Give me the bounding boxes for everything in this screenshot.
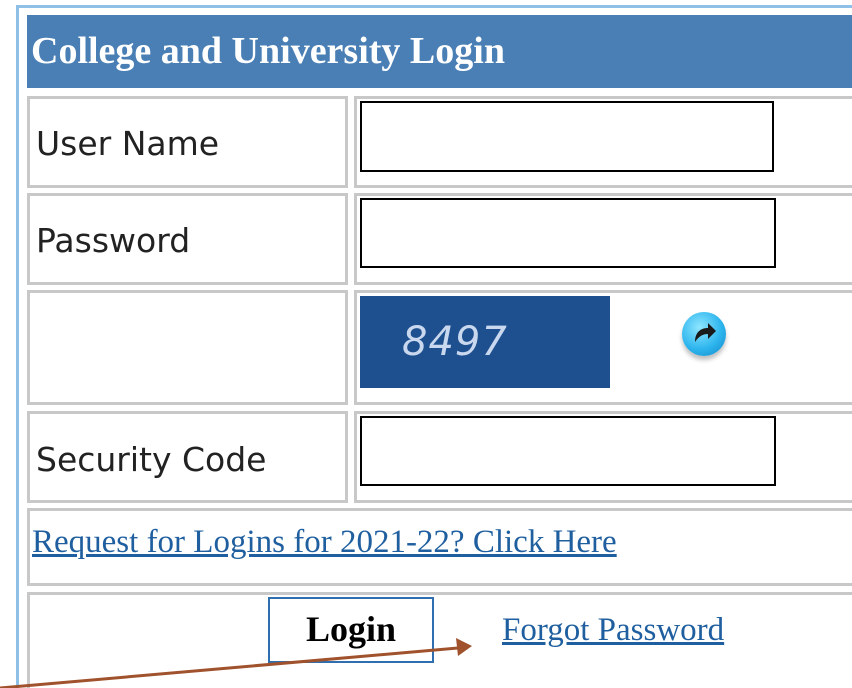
captcha-image: 8497 [360,296,610,388]
password-label-cell: Password [27,193,348,285]
security-code-label-cell: Security Code [27,411,348,503]
username-label-cell: User Name [27,96,348,188]
username-input[interactable] [360,101,774,172]
login-button[interactable]: Login [268,597,434,663]
captcha-label-cell [27,290,348,405]
refresh-arrow-glyph [695,323,716,342]
actions-cell [27,592,852,688]
refresh-icon[interactable] [682,312,726,356]
password-label: Password [36,221,191,260]
security-code-input-cell [354,411,852,503]
username-label: User Name [36,124,220,163]
username-input-cell [354,96,852,188]
forgot-password-link[interactable]: Forgot Password [502,612,724,649]
password-input[interactable] [360,198,776,268]
security-code-label: Security Code [36,440,267,479]
request-logins-link[interactable]: Request for Logins for 2021-22? Click He… [32,524,617,561]
security-code-input[interactable] [360,416,776,486]
form-title: College and University Login [27,15,852,88]
login-page: College and University Login User Name P… [0,0,852,688]
password-input-cell [354,193,852,285]
